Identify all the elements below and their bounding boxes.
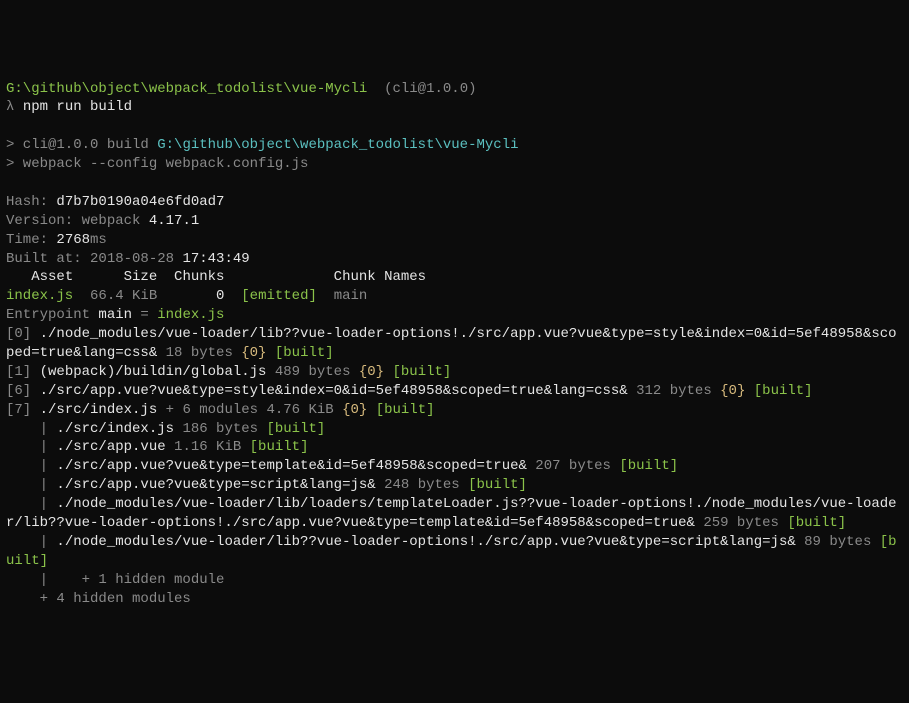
cwd-path: G:\github\object\webpack_todolist\vue-My… bbox=[6, 81, 367, 97]
module-path: ./src/index.js bbox=[40, 402, 158, 418]
asset-chunk-id: 0 bbox=[216, 288, 224, 304]
module-chunk: {0} bbox=[241, 345, 266, 361]
module-index: [0] bbox=[6, 326, 40, 342]
sub-path: ./src/app.vue?vue&type=template&id=5ef48… bbox=[56, 458, 526, 474]
module-size: 312 bytes bbox=[628, 383, 720, 399]
module-path: ./src/app.vue?vue&type=style&index=0&id=… bbox=[40, 383, 628, 399]
built-label: Built at: bbox=[6, 251, 90, 267]
hidden-modules: | + 1 hidden module bbox=[6, 572, 224, 588]
module-size: 4.76 KiB bbox=[258, 402, 342, 418]
sub-pipe: | bbox=[6, 458, 56, 474]
module-size: 489 bytes bbox=[266, 364, 358, 380]
sub-size: 207 bytes bbox=[527, 458, 619, 474]
time-label: Time: bbox=[6, 232, 56, 248]
sub-pipe: | bbox=[6, 421, 56, 437]
asset-emitted: [emitted] bbox=[241, 288, 317, 304]
sub-pipe: | bbox=[6, 496, 56, 512]
asset-name: index.js bbox=[6, 288, 73, 304]
module-plus: + 6 modules bbox=[157, 402, 258, 418]
hash-label: Hash: bbox=[6, 194, 56, 210]
sub-built: [built] bbox=[468, 477, 527, 493]
module-built: [built] bbox=[384, 364, 451, 380]
module-chunk: {0} bbox=[720, 383, 745, 399]
module-index: [6] bbox=[6, 383, 40, 399]
module-index: [7] bbox=[6, 402, 40, 418]
npm-script-path: G:\github\object\webpack_todolist\vue-My… bbox=[157, 137, 518, 153]
sub-size: 259 bytes bbox=[695, 515, 787, 531]
built-time: 17:43:49 bbox=[182, 251, 249, 267]
entry-name: main bbox=[98, 307, 132, 323]
terminal-output: G:\github\object\webpack_todolist\vue-My… bbox=[6, 80, 903, 609]
module-built: [built] bbox=[266, 345, 333, 361]
module-index: [1] bbox=[6, 364, 40, 380]
hidden-modules: + 4 hidden modules bbox=[6, 591, 191, 607]
module-size: 18 bytes bbox=[157, 345, 241, 361]
module-built: [built] bbox=[367, 402, 434, 418]
command-input[interactable]: npm run build bbox=[23, 99, 132, 115]
module-path: (webpack)/buildin/global.js bbox=[40, 364, 267, 380]
time-unit: ms bbox=[90, 232, 107, 248]
sub-built: [built] bbox=[250, 439, 309, 455]
asset-chunk-name: main bbox=[334, 288, 368, 304]
module-chunk: {0} bbox=[342, 402, 367, 418]
module-path: ./node_modules/vue-loader/lib??vue-loade… bbox=[6, 326, 897, 361]
sub-size: 1.16 KiB bbox=[166, 439, 250, 455]
webpack-cmd: > webpack --config webpack.config.js bbox=[6, 156, 308, 172]
version-label: Version: bbox=[6, 213, 82, 229]
asset-header: Asset Size Chunks Chunk Names bbox=[6, 269, 426, 285]
sub-pipe: | bbox=[6, 477, 56, 493]
version-tool: webpack bbox=[82, 213, 149, 229]
sub-size: 89 bytes bbox=[796, 534, 880, 550]
asset-size: 66.4 KiB bbox=[73, 288, 216, 304]
hash-value: d7b7b0190a04e6fd0ad7 bbox=[56, 194, 224, 210]
sub-path: ./src/index.js bbox=[56, 421, 174, 437]
sub-built: built bbox=[796, 515, 838, 531]
sub-pipe: | bbox=[6, 534, 56, 550]
version-num: 4.17.1 bbox=[149, 213, 199, 229]
sub-pipe: | bbox=[6, 439, 56, 455]
sub-size: 248 bytes bbox=[376, 477, 468, 493]
npm-script-line: > cli@1.0.0 build bbox=[6, 137, 157, 153]
sub-path: ./node_modules/vue-loader/lib??vue-loade… bbox=[56, 534, 795, 550]
cli-version: (cli@1.0.0) bbox=[384, 81, 476, 97]
prompt-symbol: λ bbox=[6, 99, 23, 115]
module-chunk: {0} bbox=[359, 364, 384, 380]
sub-built: [built] bbox=[266, 421, 325, 437]
entry-label: Entrypoint bbox=[6, 307, 98, 323]
sub-path: ./src/app.vue?vue&type=script&lang=js& bbox=[56, 477, 375, 493]
built-date: 2018-08-28 bbox=[90, 251, 182, 267]
sub-path: ./src/app.vue bbox=[56, 439, 165, 455]
sub-size: 186 bytes bbox=[174, 421, 266, 437]
time-value: 2768 bbox=[56, 232, 90, 248]
module-built: [built] bbox=[745, 383, 812, 399]
sub-built: [built] bbox=[619, 458, 678, 474]
entry-file: index.js bbox=[157, 307, 224, 323]
